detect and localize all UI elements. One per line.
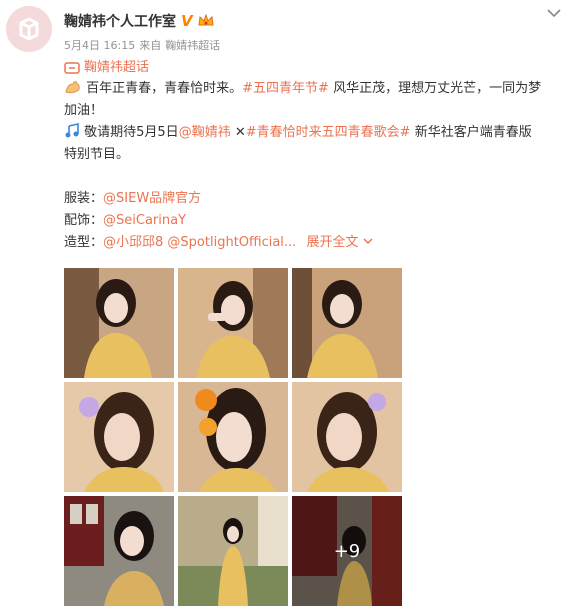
photo-tile-3[interactable]: [292, 268, 402, 378]
photo-tile-6[interactable]: [292, 382, 402, 492]
photo-tile-4[interactable]: [64, 382, 174, 492]
supertopic-icon: [64, 62, 80, 74]
photo-tile-2[interactable]: [178, 268, 288, 378]
styling-label: 造型：: [64, 235, 104, 250]
yellow-dress-photo-1: [64, 268, 174, 378]
chevron-down-icon[interactable]: [547, 8, 561, 18]
styling-link[interactable]: @小邱邱8 @SpotlightOfficial...: [103, 235, 296, 250]
expand-button[interactable]: 展开全文: [306, 235, 373, 250]
flower-closeup-photo-1: [64, 382, 174, 492]
muscle-emoji-icon: [65, 81, 80, 94]
garden-photo-1: [64, 496, 174, 606]
post-date[interactable]: 5月4日 16:15: [64, 37, 135, 53]
hashtag-youth-day[interactable]: #五四青年节#: [242, 81, 329, 96]
text-line-3: 敬请期待5月5日@鞠婧祎 ✕#青春恰时来五四青春歌会# 新华社客户端青春版: [64, 122, 564, 144]
mention-jujingyi[interactable]: @鞠婧祎: [179, 125, 231, 140]
photo-tile-1[interactable]: [64, 268, 174, 378]
line1-prefix: 百年正青春，青春恰时来。: [86, 81, 243, 96]
topic-chip-label: 鞠婧祎超话: [84, 60, 150, 75]
text-line-4: 特别节目。: [64, 147, 130, 162]
post-source[interactable]: 鞠婧祎超话: [165, 37, 220, 53]
cross-mark: ✕: [234, 125, 246, 140]
credit-costume: 服装：@SIEW品牌官方: [64, 188, 564, 210]
flower-closeup-photo-3: [292, 382, 402, 492]
expand-label: 展开全文: [306, 235, 359, 250]
expand-chevron-icon: [363, 238, 373, 244]
costume-link[interactable]: @SIEW品牌官方: [103, 191, 201, 206]
line3-prefix: 敬请期待5月5日: [84, 125, 179, 140]
from-label: 来自: [139, 39, 162, 52]
author-row: 鞠婧祎个人工作室 V: [64, 11, 214, 31]
photo-tile-9[interactable]: +9: [292, 496, 402, 606]
text-line-1: 百年正青春，青春恰时来。#五四青年节# 风华正茂，理想万丈光芒，一同为梦: [64, 78, 564, 100]
credit-accessory: 配饰：@SeiCarinaY: [64, 210, 564, 232]
accessory-link[interactable]: @SeiCarinaY: [103, 213, 186, 228]
vip-crown-icon: [198, 14, 214, 26]
topic-chip[interactable]: 鞠婧祎超话: [64, 58, 564, 78]
line1-rest: 风华正茂，理想万丈光芒，一同为梦: [333, 81, 542, 96]
music-note-icon: [65, 123, 79, 138]
text-line-2: 加油！: [64, 103, 104, 118]
yellow-dress-photo-2: [178, 268, 288, 378]
photo-tile-5[interactable]: [178, 382, 288, 492]
post-content: 鞠婧祎超话 百年正青春，青春恰时来。#五四青年节# 风华正茂，理想万丈光芒，一同…: [64, 58, 564, 254]
photo-tile-8[interactable]: [178, 496, 288, 606]
accessory-label: 配饰：: [64, 213, 104, 228]
yellow-dress-photo-3: [292, 268, 402, 378]
more-photos-overlay[interactable]: +9: [292, 496, 402, 606]
hashtag-concert[interactable]: #青春恰时来五四青春歌会#: [246, 125, 411, 140]
more-photos-count: +9: [333, 540, 361, 562]
flower-closeup-photo-2: [178, 382, 288, 492]
verified-v-icon: V: [181, 12, 193, 30]
photo-grid: +9: [64, 268, 403, 608]
author-name[interactable]: 鞠婧祎个人工作室: [64, 11, 176, 31]
costume-label: 服装：: [64, 191, 104, 206]
avatar[interactable]: [6, 6, 52, 52]
post-meta: 5月4日 16:15 来自 鞠婧祎超话: [64, 37, 220, 53]
credit-styling: 造型：@小邱邱8 @SpotlightOfficial... 展开全文: [64, 232, 564, 254]
sina-avatar-icon: [19, 17, 39, 41]
line3-rest: 新华社客户端青春版: [414, 125, 532, 140]
garden-photo-2: [178, 496, 288, 606]
photo-tile-7[interactable]: [64, 496, 174, 606]
